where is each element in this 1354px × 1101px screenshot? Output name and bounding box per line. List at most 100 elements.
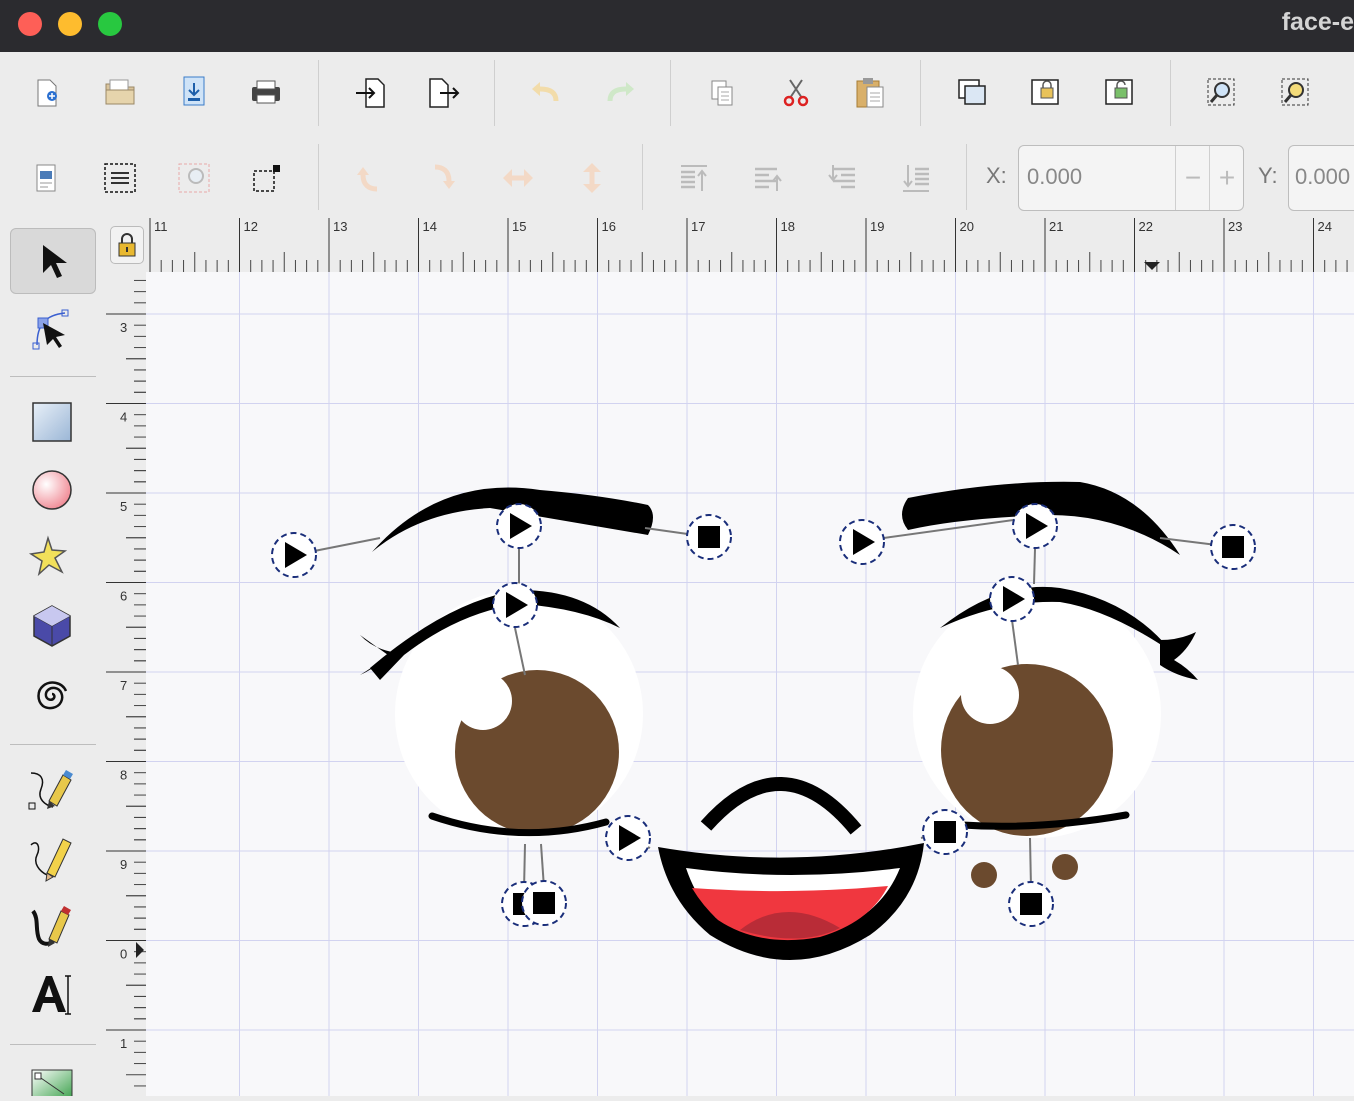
scale-handle[interactable]	[686, 514, 732, 560]
rotate-handle[interactable]	[496, 503, 542, 549]
star-tool[interactable]	[10, 526, 94, 590]
print-document-button[interactable]	[246, 72, 286, 112]
lower-to-bottom-icon	[903, 165, 929, 192]
node-tool[interactable]	[10, 296, 94, 360]
separator	[670, 60, 671, 126]
duplicate-icon	[958, 79, 986, 105]
redo-icon	[607, 82, 634, 102]
gradient-tool[interactable]	[10, 1058, 94, 1098]
raise-button[interactable]	[748, 158, 788, 198]
rotate-handle[interactable]	[989, 576, 1035, 622]
ungroup-icon	[1105, 79, 1133, 105]
separator	[1170, 60, 1171, 126]
guide-lock-button[interactable]	[110, 226, 144, 264]
scale-handle[interactable]	[1210, 524, 1256, 570]
nose-arc[interactable]	[700, 777, 862, 835]
rectangle-tool[interactable]	[10, 390, 94, 454]
flip-horizontal-button[interactable]	[498, 158, 538, 198]
flip-vertical-button[interactable]	[572, 158, 612, 198]
ruler-label: 4	[120, 410, 127, 425]
handle-square-icon	[533, 892, 555, 914]
rotate-handle[interactable]	[1012, 503, 1058, 549]
horizontal-ruler[interactable]: 11 12 13 14 15 16 17 18 19 20 21 22 23 24	[146, 218, 1354, 273]
calligraphy-tool[interactable]	[10, 894, 94, 958]
separator	[10, 1044, 96, 1045]
close-window-button[interactable]	[18, 12, 42, 36]
save-document-button[interactable]	[174, 72, 214, 112]
freckle[interactable]	[1052, 854, 1078, 880]
freckle[interactable]	[971, 862, 997, 888]
ruler-label: 6	[120, 589, 127, 604]
minimize-window-button[interactable]	[58, 12, 82, 36]
undo-button[interactable]	[526, 72, 566, 112]
3d-box-tool[interactable]	[10, 594, 94, 658]
zoom-window-button[interactable]	[98, 12, 122, 36]
ungroup-button[interactable]	[1100, 72, 1140, 112]
ruler-corner	[106, 218, 146, 272]
drawing-canvas[interactable]	[146, 272, 1354, 1096]
raise-to-top-button[interactable]	[674, 158, 714, 198]
ruler-label: 1	[120, 1036, 127, 1051]
lower-button[interactable]	[822, 158, 862, 198]
import-icon	[356, 78, 385, 108]
undo-icon	[532, 82, 559, 102]
pen-bezier-icon	[28, 770, 73, 810]
node-edit-icon	[32, 309, 69, 350]
rotate-cw-button[interactable]	[424, 158, 464, 198]
drawing-area[interactable]	[146, 272, 1354, 1096]
import-button[interactable]	[350, 72, 390, 112]
cut-button[interactable]	[776, 72, 816, 112]
scale-handle[interactable]	[521, 880, 567, 926]
x-increment-button[interactable]: +	[1209, 146, 1243, 210]
deselect-icon	[253, 165, 280, 192]
rotate-handle[interactable]	[839, 519, 885, 565]
ruler-label: 13	[333, 219, 347, 234]
redo-button[interactable]	[600, 72, 640, 112]
x-label: X:	[986, 163, 1007, 188]
right-eye-highlight[interactable]	[961, 666, 1019, 724]
left-eye-highlight[interactable]	[454, 672, 512, 730]
duplicate-button[interactable]	[952, 72, 992, 112]
zoom-drawing-button[interactable]	[1276, 72, 1316, 112]
export-button[interactable]	[424, 72, 464, 112]
group-button[interactable]	[1026, 72, 1066, 112]
vertical-ruler[interactable]: 3 4 5 6 7 8 9 0 1	[106, 272, 147, 1096]
open-document-button[interactable]	[100, 72, 140, 112]
gradient-icon	[31, 1069, 73, 1096]
text-tool[interactable]	[10, 962, 94, 1026]
y-label: Y:	[1258, 163, 1278, 188]
rotate-handle[interactable]	[492, 582, 538, 628]
zoom-drawing-icon	[1281, 78, 1309, 106]
x-decrement-button[interactable]: −	[1175, 146, 1210, 210]
lower-icon	[828, 165, 855, 189]
scale-handle[interactable]	[922, 809, 968, 855]
document-properties-button[interactable]	[26, 158, 66, 198]
selector-tool[interactable]	[10, 228, 96, 294]
rotate-handle[interactable]	[605, 815, 651, 861]
lock-icon	[118, 233, 136, 257]
pencil-tool[interactable]	[10, 826, 94, 890]
spiral-tool[interactable]	[10, 662, 94, 726]
copy-button[interactable]	[702, 72, 742, 112]
scale-handle[interactable]	[1008, 881, 1054, 927]
zoom-selection-button[interactable]	[1202, 72, 1242, 112]
select-same-button[interactable]	[174, 158, 214, 198]
group-icon	[1031, 79, 1059, 105]
paste-button[interactable]	[850, 72, 890, 112]
ruler-label: 14	[423, 219, 437, 234]
x-value[interactable]: 0.000	[1027, 164, 1082, 190]
right-eyelash[interactable]	[1160, 632, 1198, 680]
y-value[interactable]: 0.000	[1295, 164, 1350, 190]
select-all-button[interactable]	[100, 158, 140, 198]
deselect-button[interactable]	[246, 158, 286, 198]
x-coordinate-field[interactable]: 0.000 − +	[1018, 145, 1244, 211]
bezier-pen-tool[interactable]	[10, 758, 94, 822]
y-coordinate-field[interactable]: 0.000	[1288, 145, 1354, 211]
separator	[10, 744, 96, 745]
separator	[966, 144, 967, 210]
ellipse-tool[interactable]	[10, 458, 94, 522]
rotate-ccw-button[interactable]	[350, 158, 390, 198]
lower-to-bottom-button[interactable]	[896, 158, 936, 198]
rotate-handle[interactable]	[271, 532, 317, 578]
new-document-button[interactable]	[26, 72, 66, 112]
